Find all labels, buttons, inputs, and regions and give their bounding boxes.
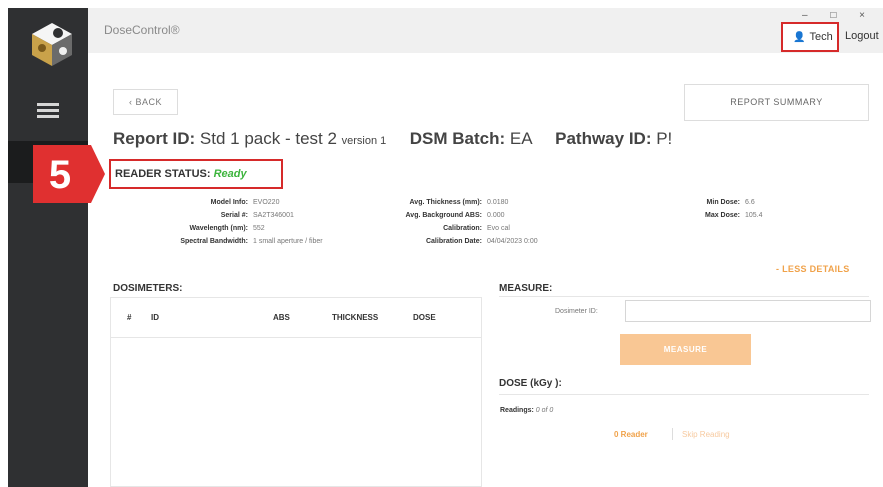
detail-value: 105.4 xyxy=(745,212,763,219)
detail-value: SA2T346001 xyxy=(253,212,294,219)
column-header[interactable]: DOSE xyxy=(413,313,436,322)
back-button[interactable]: ‹ BACK xyxy=(113,89,178,115)
column-header[interactable]: ABS xyxy=(273,313,290,322)
column-header[interactable]: ID xyxy=(151,313,159,322)
detail-value: Evo cal xyxy=(487,225,510,232)
calibration-info: Avg. Thickness (mm): 0.0180 Avg. Backgrou… xyxy=(370,196,538,248)
dsm-batch-value: EA xyxy=(509,129,532,148)
detail-value: 6.6 xyxy=(745,199,755,206)
dosimeters-title: DOSIMETERS: xyxy=(113,283,183,294)
readings-value: 0 of 0 xyxy=(535,407,554,414)
detail-label: Wavelength (nm): xyxy=(189,225,248,232)
app-title: DoseControl® xyxy=(104,23,180,37)
divider xyxy=(499,394,869,395)
user-icon: 👤 xyxy=(793,32,806,43)
device-info: Model Info: EVO220 Serial #: SA2T346001 Wa… xyxy=(120,196,323,248)
detail-label: Avg. Background ABS: xyxy=(405,212,483,219)
detail-value: 0.0180 xyxy=(487,199,509,206)
detail-value: 1 small aperture / fiber xyxy=(253,238,323,245)
detail-label: Model Info: xyxy=(210,199,248,206)
detail-label: Avg. Thickness (mm): xyxy=(409,199,482,206)
detail-value: 04/04/2023 0:00 xyxy=(487,238,538,245)
pathway-id-label: Pathway ID: xyxy=(555,129,652,148)
detail-label: Spectral Bandwidth: xyxy=(180,238,248,245)
dsm-batch-label: DSM Batch: xyxy=(409,129,506,148)
reader-status: READER STATUS: Ready xyxy=(109,159,283,189)
dose-title: DOSE (kGy ): xyxy=(499,378,562,389)
dosimeters-table: # ID ABS THICKNESS DOSE xyxy=(110,297,482,487)
dosimeter-id-input[interactable] xyxy=(625,300,871,322)
menu-icon[interactable] xyxy=(37,103,59,118)
column-header[interactable]: # xyxy=(127,313,131,322)
detail-label: Serial #: xyxy=(220,212,248,219)
table-header: # ID ABS THICKNESS DOSE xyxy=(111,298,481,338)
user-button[interactable]: 👤 Tech xyxy=(781,22,839,52)
logout-link[interactable]: Logout xyxy=(845,30,879,42)
app-logo-icon[interactable] xyxy=(28,20,76,68)
sidebar xyxy=(8,8,88,487)
detail-label: Calibration Date: xyxy=(425,238,482,245)
report-id-label: Report ID: xyxy=(113,129,196,148)
report-header: Report ID: Std 1 pack - test 2 version 1… xyxy=(113,129,672,149)
reader-status-value: Ready xyxy=(213,168,247,180)
divider xyxy=(499,296,869,297)
dose-range-info: Min Dose: 6.6 Max Dose: 105.4 xyxy=(690,196,763,222)
detail-label: Min Dose: xyxy=(706,199,740,206)
detail-value: EVO220 xyxy=(253,199,280,206)
skip-reading-link[interactable]: Skip Reading xyxy=(682,430,730,439)
report-id-value: Std 1 pack - test 2 xyxy=(199,129,337,148)
callout-number: 5 xyxy=(49,153,71,197)
detail-label: Max Dose: xyxy=(704,212,740,219)
pathway-id-value: P! xyxy=(656,129,673,148)
window-controls[interactable]: – □ × xyxy=(802,10,875,21)
detail-value: 0.000 xyxy=(487,212,505,219)
readings-label: Readings: xyxy=(500,407,534,414)
detail-value: 552 xyxy=(253,225,265,232)
callout-badge: 5 xyxy=(33,145,105,203)
column-header[interactable]: THICKNESS xyxy=(332,313,378,322)
report-summary-button[interactable]: REPORT SUMMARY xyxy=(684,84,869,121)
reader-link[interactable]: 0 Reader xyxy=(614,430,648,439)
title-bar: DoseControl® – □ × 👤 Tech Logout xyxy=(88,8,883,53)
detail-label: Calibration: xyxy=(443,225,482,232)
readings: Readings: 0 of 0 xyxy=(500,407,553,414)
reader-status-label: READER STATUS: xyxy=(115,168,211,180)
user-name: Tech xyxy=(809,31,833,43)
report-version: version 1 xyxy=(341,135,387,147)
divider xyxy=(672,428,673,440)
less-details-link[interactable]: - LESS DETAILS xyxy=(776,264,850,274)
measure-button[interactable]: MEASURE xyxy=(620,334,751,365)
dosimeter-id-label: Dosimeter ID: xyxy=(555,308,598,315)
measure-title: MEASURE: xyxy=(499,283,553,294)
